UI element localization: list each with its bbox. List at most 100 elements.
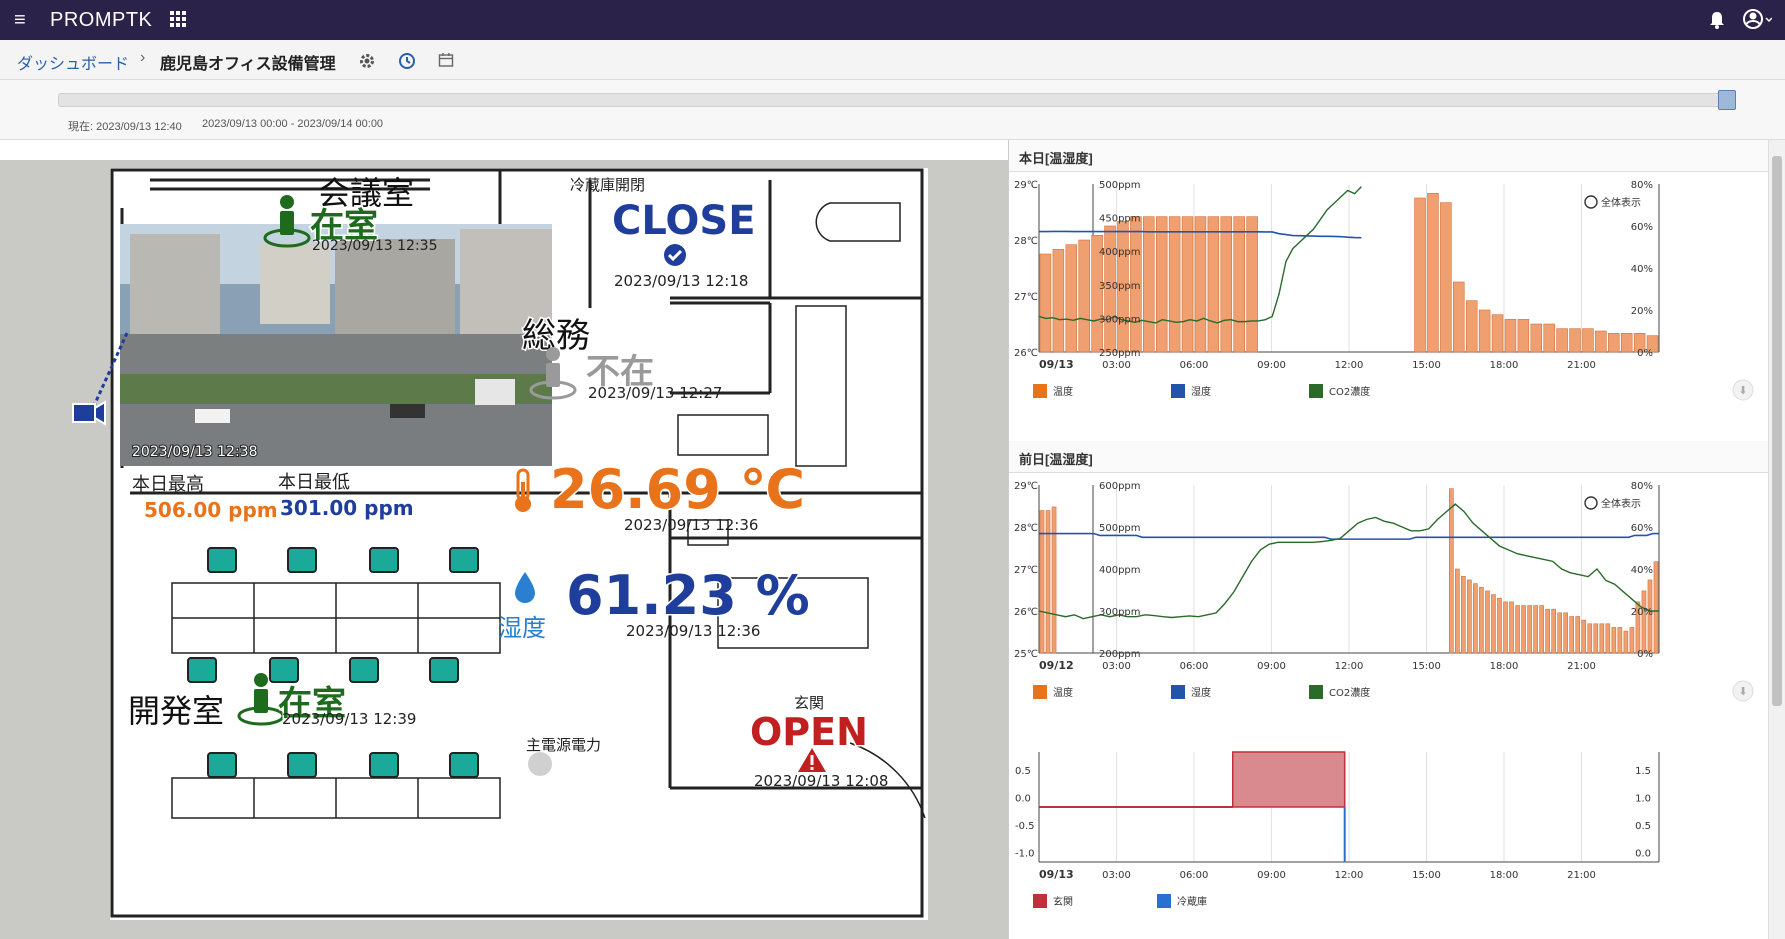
temperature-timestamp: 2023/09/13 12:36 [624, 516, 759, 534]
temperature-bar [1515, 605, 1520, 654]
temperature-bar [1065, 244, 1078, 353]
dev-room-timestamp: 2023/09/13 12:39 [282, 710, 417, 728]
floor-plan-canvas: 2023/09/13 12:38 会議室 在室 2023/09/13 12:35… [72, 168, 928, 920]
legend-swatch [1309, 685, 1323, 699]
temperature-bar [1467, 579, 1472, 654]
y-tick-left: 0.0 [1015, 793, 1031, 804]
legend-swatch [1033, 894, 1047, 908]
camera-icon[interactable] [65, 328, 135, 428]
current-time-label: 現在: 2023/09/13 12:40 [68, 121, 182, 133]
user-avatar-icon[interactable] [1742, 8, 1772, 30]
breadcrumb-separator: › [140, 49, 146, 66]
chart-today[interactable]: 26℃ 27℃ 28℃ 29℃ 250ppm 300ppm 350ppm 400ppm 450p… [1009, 172, 1769, 422]
y-tick-humid: 0% [1637, 348, 1653, 359]
chart-yesterday[interactable]: 25℃ 26℃ 27℃ 28℃ 29℃ 200ppm 300ppm 400ppm 500ppm 6… [1009, 473, 1769, 723]
temperature-bar [1556, 328, 1568, 353]
zoom-out-icon [1584, 195, 1598, 209]
download-icon-glyph: ⬇ [1738, 385, 1747, 397]
y-tick-right: 1.0 [1635, 793, 1651, 804]
history-clock-icon[interactable] [398, 52, 416, 70]
legend-swatch [1033, 384, 1047, 398]
temperature-bar [1455, 568, 1460, 654]
x-tick: 06:00 [1180, 870, 1209, 881]
charts-panel: 本日[温湿度] 26℃ 27℃ 28℃ 29℃ 250ppm 300ppm 350ppm 40… [1008, 140, 1769, 939]
chart-today-title: 本日[温湿度] [1009, 140, 1769, 172]
x-tick: 03:00 [1102, 661, 1131, 672]
x-tick: 03:00 [1102, 360, 1131, 371]
scrollbar-thumb[interactable] [1772, 156, 1782, 706]
temperature-bar [1545, 608, 1550, 654]
notification-bell-icon[interactable] [1708, 10, 1726, 30]
y-tick-co2: 500ppm [1099, 523, 1141, 534]
temperature-bar [1543, 323, 1555, 353]
x-tick: 18:00 [1490, 360, 1519, 371]
entrance-open-area [1232, 751, 1346, 808]
x-tick: 21:00 [1567, 661, 1596, 672]
temperature-bar [1595, 330, 1607, 353]
breadcrumb-home-link[interactable]: ダッシュボード [17, 50, 129, 74]
y-tick-temp: 29℃ [1014, 481, 1038, 492]
time-range-label: 2023/09/13 00:00 - 2023/09/14 00:00 [202, 118, 384, 130]
x-tick: 21:00 [1567, 360, 1596, 371]
meeting-room-timestamp: 2023/09/13 12:35 [312, 238, 438, 254]
hamburger-menu-icon[interactable]: ≡ [14, 9, 26, 32]
temperature-bar [1623, 630, 1629, 654]
x-tick: 18:00 [1490, 870, 1519, 881]
camera-feed-image[interactable] [120, 224, 552, 466]
vertical-scrollbar[interactable] [1768, 140, 1785, 939]
download-icon-glyph: ⬇ [1738, 686, 1747, 698]
temperature-bar [1461, 576, 1466, 654]
y-tick-humid: 0% [1637, 649, 1653, 660]
x-tick: 15:00 [1412, 360, 1441, 371]
temperature-bar [1503, 601, 1508, 654]
zoom-reset-label: 全体表示 [1601, 196, 1641, 209]
y-tick-temp: 27℃ [1014, 292, 1038, 303]
time-slider-handle[interactable] [1718, 90, 1736, 110]
y-tick-co2: 400ppm [1099, 565, 1141, 576]
temperature-bar [1611, 627, 1617, 654]
temperature-bar [1233, 216, 1245, 353]
x-tick: 21:00 [1567, 870, 1596, 881]
y-tick-temp: 29℃ [1014, 180, 1038, 191]
temperature-bar [1587, 623, 1593, 654]
temperature-bar [1453, 281, 1465, 353]
temperature-bar [1078, 239, 1090, 353]
gear-icon[interactable] [358, 52, 376, 70]
x-tick: 09:00 [1257, 870, 1286, 881]
temperature-bar [1491, 594, 1496, 654]
x-tick: 09:00 [1257, 661, 1286, 672]
co2-min-label: 本日最低 [278, 472, 350, 493]
x-tick: 18:00 [1490, 661, 1519, 672]
temperature-bar [1051, 506, 1057, 654]
dev-room-label: 開発室 [128, 692, 225, 730]
legend-swatch [1157, 894, 1171, 908]
legend-swatch [1171, 685, 1185, 699]
legend-label: CO2濃度 [1329, 686, 1370, 699]
y-tick-temp: 26℃ [1014, 607, 1038, 618]
app-brand[interactable]: PROMPTK [50, 9, 152, 32]
temperature-bar [1617, 627, 1623, 654]
warning-icon [798, 748, 826, 772]
temperature-bar [1485, 590, 1490, 654]
y-tick-co2: 350ppm [1099, 281, 1141, 292]
calendar-icon[interactable] [438, 52, 454, 68]
apps-grid-icon[interactable] [170, 11, 186, 27]
floor-plan-panel: 2023/09/13 12:38 会議室 在室 2023/09/13 12:35… [0, 160, 1008, 939]
x-tick: 12:00 [1335, 661, 1364, 672]
time-slider-track[interactable] [58, 93, 1730, 107]
temperature-bar [1449, 488, 1454, 654]
temperature-bar [1220, 216, 1233, 353]
y-tick-humid: 40% [1631, 565, 1653, 576]
y-tick-co2: 300ppm [1099, 607, 1141, 618]
breadcrumb-current: 鹿児島オフィス設備管理 [160, 56, 336, 73]
temperature-bar [1599, 623, 1605, 654]
temperature-bar [1551, 608, 1556, 654]
legend-label: CO2濃度 [1329, 385, 1370, 398]
chart-door-status[interactable]: -1.0 -0.5 0.0 0.5 0.0 0.5 1.0 1.5 09/13 03:00 06:0… [1009, 742, 1769, 939]
temperature-bar [1491, 314, 1504, 353]
x-tick: 15:00 [1412, 661, 1441, 672]
x-tick: 06:00 [1180, 360, 1209, 371]
legend-swatch [1171, 384, 1185, 398]
power-status-indicator[interactable] [528, 752, 552, 776]
y-tick-co2: 450ppm [1099, 214, 1141, 225]
